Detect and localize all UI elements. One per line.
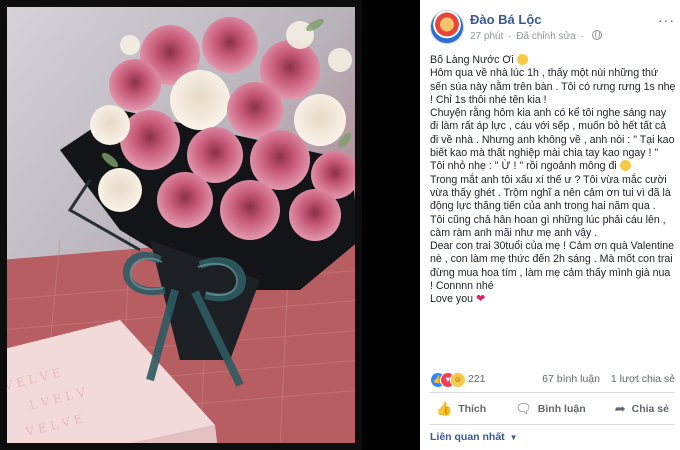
comment-sort-label: Liên quan nhất	[430, 431, 505, 443]
post-line: Tôi nhỏ nhẹ : " Ừ ! " rồi ngoảnh mông đi	[430, 160, 676, 173]
post-photo[interactable]: V E L V EL V E L VV E L V E	[0, 0, 362, 450]
post-line: Bố Làng Nước Ơi	[430, 54, 676, 67]
reaction-icons[interactable]: 👍 ♥ ☺	[430, 372, 470, 388]
post-panel: Đào Bá Lộc 27 phút · Đã chỉnh sửa · ··· …	[420, 0, 680, 450]
globe-icon	[591, 30, 602, 40]
comment-label: Bình luận	[537, 403, 586, 415]
post-time[interactable]: 27 phút	[470, 31, 503, 42]
post-header: Đào Bá Lộc 27 phút · Đã chỉnh sửa · ···	[430, 10, 675, 46]
divider	[430, 424, 675, 425]
bouquet-image: V E L V EL V E L VV E L V E	[0, 0, 362, 450]
heart-icon: ❤	[475, 293, 486, 306]
post-viewer: V E L V EL V E L VV E L V E Đào Bá Lộc 2…	[0, 0, 680, 450]
post-stats: 67 bình luận 1 lượt chia sẻ	[542, 373, 675, 385]
haha-reaction-icon: ☺	[450, 372, 466, 388]
post-line: Chuyện rằng hôm kia anh có kể tôi nghe s…	[430, 107, 675, 160]
avatar[interactable]	[430, 10, 464, 44]
post-line: Love you ❤	[430, 293, 486, 306]
reaction-count[interactable]: 221	[468, 373, 486, 385]
share-icon: ➦	[614, 401, 626, 416]
smirk-emoji-icon	[619, 160, 631, 172]
reactions-bar: 👍 ♥ ☺ 221 67 bình luận 1 lượt chia sẻ	[430, 371, 675, 389]
share-label: Chia sẻ	[631, 403, 669, 415]
edited-label[interactable]: Đã chỉnh sửa	[516, 31, 576, 42]
post-line: Hôm qua về nhà lúc 1h , thấy một nùi nhữ…	[430, 67, 676, 106]
like-label: Thích	[458, 403, 487, 415]
post-meta: 27 phút · Đã chỉnh sửa ·	[470, 30, 602, 42]
post-actions: 👍 Thích 🗨 Bình luận ➦ Chia sẻ	[430, 396, 675, 422]
post-line: Trong mắt anh tôi xấu xí thế ư ? Tôi vừa…	[430, 173, 671, 213]
comment-sort-dropdown[interactable]: Liên quan nhất ▼	[430, 431, 518, 443]
grin-emoji-icon	[516, 54, 528, 65]
chevron-down-icon: ▼	[509, 433, 518, 442]
more-options-icon[interactable]: ···	[658, 12, 675, 28]
post-line: Dear con trai 30tuổi của mẹ ! Cảm ơn quà…	[430, 240, 675, 293]
like-button[interactable]: 👍 Thích	[430, 397, 492, 421]
thumbs-up-icon: 👍	[436, 401, 453, 416]
post-text: Bố Làng Nước Ơi Hôm qua về nhà lúc 1h , …	[430, 54, 676, 307]
comment-icon: 🗨	[515, 401, 532, 416]
comment-count[interactable]: 67 bình luận	[542, 373, 600, 385]
comment-button[interactable]: 🗨 Bình luận	[509, 397, 591, 421]
viewer-gap	[362, 0, 420, 450]
share-button[interactable]: ➦ Chia sẻ	[609, 397, 675, 421]
divider	[430, 392, 675, 393]
share-count[interactable]: 1 lượt chia sẻ	[611, 373, 675, 385]
author-name[interactable]: Đào Bá Lộc	[470, 12, 542, 27]
post-line: Tôi cũng chả hân hoan gì những lúc phải …	[430, 213, 666, 239]
